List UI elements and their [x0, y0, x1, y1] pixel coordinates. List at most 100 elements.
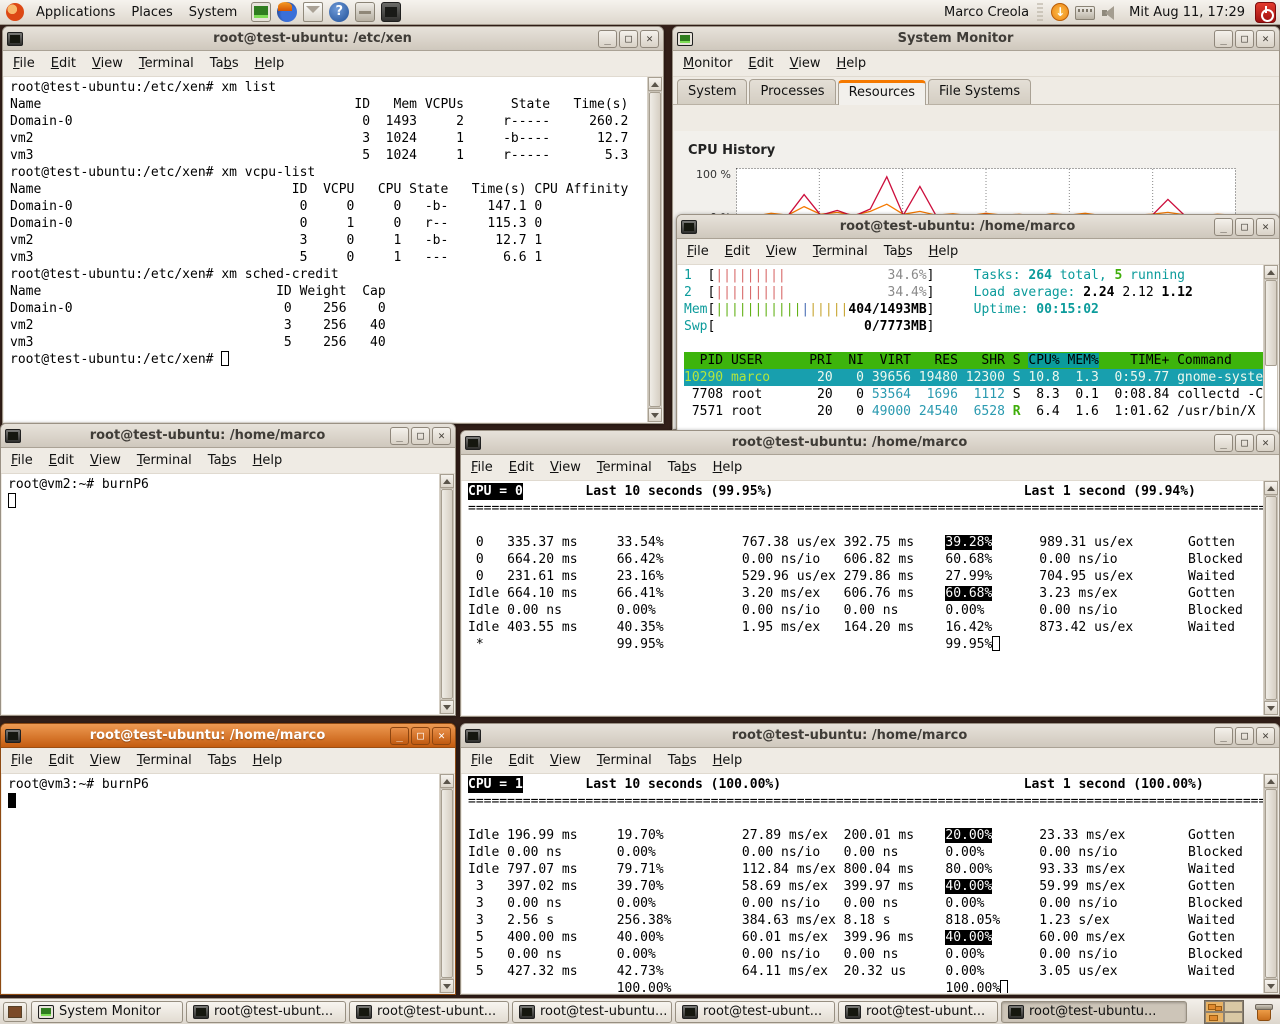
volume-muted-icon[interactable] [1101, 5, 1119, 21]
terminal-icon[interactable] [381, 2, 401, 22]
scrollbar[interactable] [439, 774, 454, 993]
menu-view[interactable]: View [82, 750, 129, 771]
titlebar[interactable]: root@test-ubuntu: /etc/xen _ □ ✕ [3, 27, 663, 51]
close-button[interactable]: ✕ [432, 427, 451, 445]
scrollbar[interactable] [439, 474, 454, 714]
scroll-down-icon[interactable] [440, 700, 454, 714]
titlebar[interactable]: root@test-ubuntu: /home/marco _ □ ✕ [1, 424, 455, 448]
menu-places[interactable]: Places [123, 2, 180, 23]
tab-processes[interactable]: Processes [749, 79, 835, 104]
update-icon[interactable]: ↓ [1051, 3, 1069, 21]
menu-tabs[interactable]: Tabs [660, 750, 705, 771]
workspace-2[interactable] [1224, 1001, 1243, 1012]
maximize-button[interactable]: □ [1235, 218, 1254, 236]
tab-file-systems[interactable]: File Systems [928, 79, 1031, 104]
menu-edit[interactable]: Edit [41, 450, 82, 471]
menu-file[interactable]: File [3, 450, 41, 471]
menu-help[interactable]: Help [705, 750, 751, 771]
keyboard-icon[interactable] [1075, 6, 1095, 20]
terminal-window-vm3[interactable]: root@test-ubuntu: /home/marco _ □ ✕ File… [0, 723, 456, 995]
maximize-button[interactable]: □ [1235, 30, 1254, 48]
minimize-button[interactable]: _ [390, 427, 409, 445]
titlebar[interactable]: root@test-ubuntu: /home/marco _ □ ✕ [461, 724, 1279, 748]
menu-help[interactable]: Help [245, 450, 291, 471]
terminal-output[interactable]: root@test-ubuntu:/etc/xen# xm listName I… [4, 77, 647, 422]
menu-edit[interactable]: Edit [41, 750, 82, 771]
scroll-up-icon[interactable] [440, 474, 454, 488]
scroll-up-icon[interactable] [648, 77, 662, 91]
menu-help[interactable]: Help [921, 241, 967, 262]
menu-tabs[interactable]: Tabs [200, 450, 245, 471]
scrollbar[interactable] [647, 77, 662, 422]
menu-view[interactable]: View [82, 450, 129, 471]
menu-file[interactable]: File [463, 750, 501, 771]
menu-view[interactable]: View [542, 457, 589, 478]
menu-terminal[interactable]: Terminal [589, 457, 660, 478]
menu-file[interactable]: File [3, 750, 41, 771]
power-icon[interactable] [1255, 2, 1276, 23]
menu-file[interactable]: File [463, 457, 501, 478]
scrollbar[interactable] [1263, 481, 1278, 715]
close-button[interactable]: ✕ [1256, 727, 1275, 745]
terminal-window-xen[interactable]: root@test-ubuntu: /etc/xen _ □ ✕ FileEdi… [2, 26, 664, 424]
menu-help[interactable]: Help [247, 53, 293, 74]
menu-terminal[interactable]: Terminal [805, 241, 876, 262]
menu-edit[interactable]: Edit [501, 457, 542, 478]
menu-file[interactable]: File [679, 241, 717, 262]
scroll-up-icon[interactable] [1264, 774, 1278, 788]
scroll-down-icon[interactable] [1264, 979, 1278, 993]
menu-help[interactable]: Help [245, 750, 291, 771]
terminal-output[interactable]: root@vm2:~# burnP6 [2, 474, 439, 714]
trash-icon[interactable] [1254, 1002, 1274, 1022]
menu-terminal[interactable]: Terminal [129, 450, 200, 471]
taskbar-button[interactable]: root@test-ubunt... [675, 1001, 835, 1023]
minimize-button[interactable]: _ [1214, 727, 1233, 745]
scroll-down-icon[interactable] [648, 408, 662, 422]
menu-terminal[interactable]: Terminal [129, 750, 200, 771]
workspace-1[interactable] [1205, 1001, 1224, 1012]
minimize-button[interactable]: _ [1214, 218, 1233, 236]
maximize-button[interactable]: □ [619, 30, 638, 48]
close-button[interactable]: ✕ [432, 727, 451, 745]
scroll-down-icon[interactable] [440, 979, 454, 993]
menu-tabs[interactable]: Tabs [202, 53, 247, 74]
firefox-icon[interactable] [277, 2, 297, 22]
menu-help[interactable]: Help [828, 53, 874, 74]
scrollbar[interactable] [1263, 774, 1278, 993]
titlebar[interactable]: root@test-ubuntu: /home/marco _ □ ✕ [461, 431, 1279, 455]
terminal-output[interactable]: root@vm3:~# burnP6 [2, 774, 439, 993]
maximize-button[interactable]: □ [411, 427, 430, 445]
scroll-up-icon[interactable] [1264, 265, 1278, 279]
close-button[interactable]: ✕ [1256, 30, 1275, 48]
menu-monitor[interactable]: Monitor [675, 53, 740, 74]
workspace-3[interactable] [1205, 1012, 1224, 1023]
package-icon[interactable] [355, 2, 375, 22]
terminal-window-vm2[interactable]: root@test-ubuntu: /home/marco _ □ ✕ File… [0, 423, 456, 716]
menu-terminal[interactable]: Terminal [589, 750, 660, 771]
workspace-4[interactable] [1224, 1012, 1243, 1023]
titlebar[interactable]: root@test-ubuntu: /home/marco _ □ ✕ [677, 215, 1279, 239]
workspace-switcher[interactable] [1204, 1000, 1244, 1024]
taskbar-button[interactable]: root@test-ubunt... [838, 1001, 998, 1023]
menu-tabs[interactable]: Tabs [200, 750, 245, 771]
menu-system[interactable]: System [181, 2, 245, 23]
close-button[interactable]: ✕ [1256, 218, 1275, 236]
menu-edit[interactable]: Edit [740, 53, 781, 74]
show-desktop-button[interactable] [3, 1002, 27, 1022]
terminal-output[interactable]: CPU = 1Last 10 seconds (100.00%)Last 1 s… [462, 774, 1263, 993]
ubuntu-logo-icon[interactable] [6, 3, 24, 21]
taskbar-button[interactable]: root@test-ubuntu... [1001, 1001, 1187, 1023]
scroll-up-icon[interactable] [440, 774, 454, 788]
menu-edit[interactable]: Edit [717, 241, 758, 262]
minimize-button[interactable]: _ [598, 30, 617, 48]
clock[interactable]: Mit Aug 11, 17:29 [1125, 5, 1249, 20]
terminal-output[interactable]: CPU = 0Last 10 seconds (99.95%)Last 1 se… [462, 481, 1263, 715]
terminal-window-xenmon-cpu1[interactable]: root@test-ubuntu: /home/marco _ □ ✕ File… [460, 723, 1280, 995]
maximize-button[interactable]: □ [411, 727, 430, 745]
taskbar-button[interactable]: root@test-ubuntu... [512, 1001, 672, 1023]
menu-help[interactable]: Help [705, 457, 751, 478]
menu-tabs[interactable]: Tabs [876, 241, 921, 262]
menu-view[interactable]: View [542, 750, 589, 771]
menu-file[interactable]: File [5, 53, 43, 74]
tab-resources[interactable]: Resources [838, 80, 926, 105]
